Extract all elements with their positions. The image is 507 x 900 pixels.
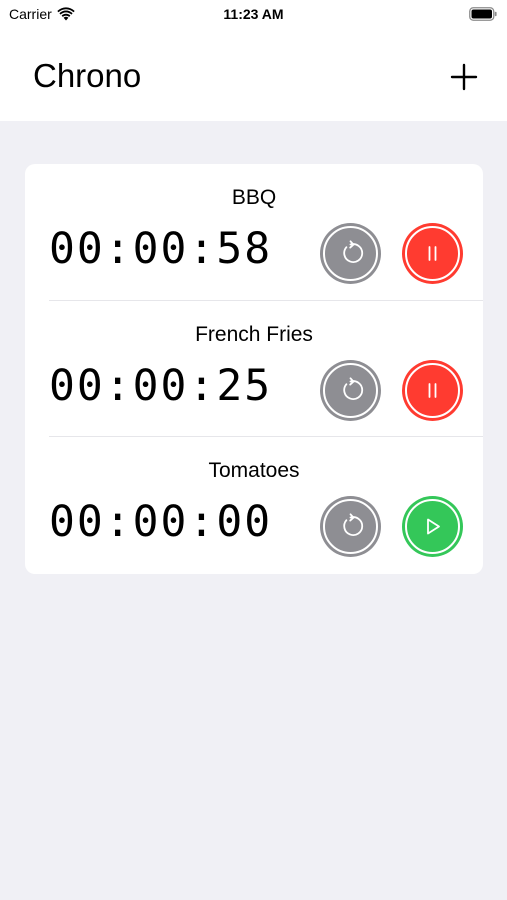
status-bar: Carrier 11:23 AM [0,0,507,30]
plus-icon [450,63,478,91]
timer-name: French Fries [195,323,313,346]
reset-icon [343,377,364,400]
page-title: Chrono [33,57,142,94]
timer-row: Tomatoes 00:00:00 [49,436,483,572]
timer-row: French Fries 00:00:25 [49,300,483,436]
pause-button[interactable] [402,223,463,284]
play-button[interactable] [402,496,463,557]
timer-name: BBQ [231,186,277,209]
timer-time: 00:00:25 [49,361,273,411]
reset-button[interactable] [320,360,381,421]
pause-button[interactable] [402,360,463,421]
timer-time: 00:00:58 [49,224,273,274]
reset-button[interactable] [320,223,381,284]
reset-button[interactable] [320,496,381,557]
battery-icon [469,7,497,21]
pause-icon [428,383,437,398]
timer-row: BBQ 00:00:58 [25,164,483,300]
play-icon [427,518,440,535]
add-timer-button[interactable] [450,63,478,91]
reset-icon [343,240,364,263]
top-bar: Carrier 11:23 AM Chrono [0,0,507,121]
navigation-bar: Chrono [0,52,507,102]
timer-time: 00:00:00 [49,497,273,547]
reset-icon [343,513,364,536]
timers-card: BBQ 00:00:58 French Fries 00:00:25 Tomat… [25,164,483,574]
status-time: 11:23 AM [223,6,284,22]
timer-name: Tomatoes [208,459,300,482]
pause-icon [428,246,437,261]
